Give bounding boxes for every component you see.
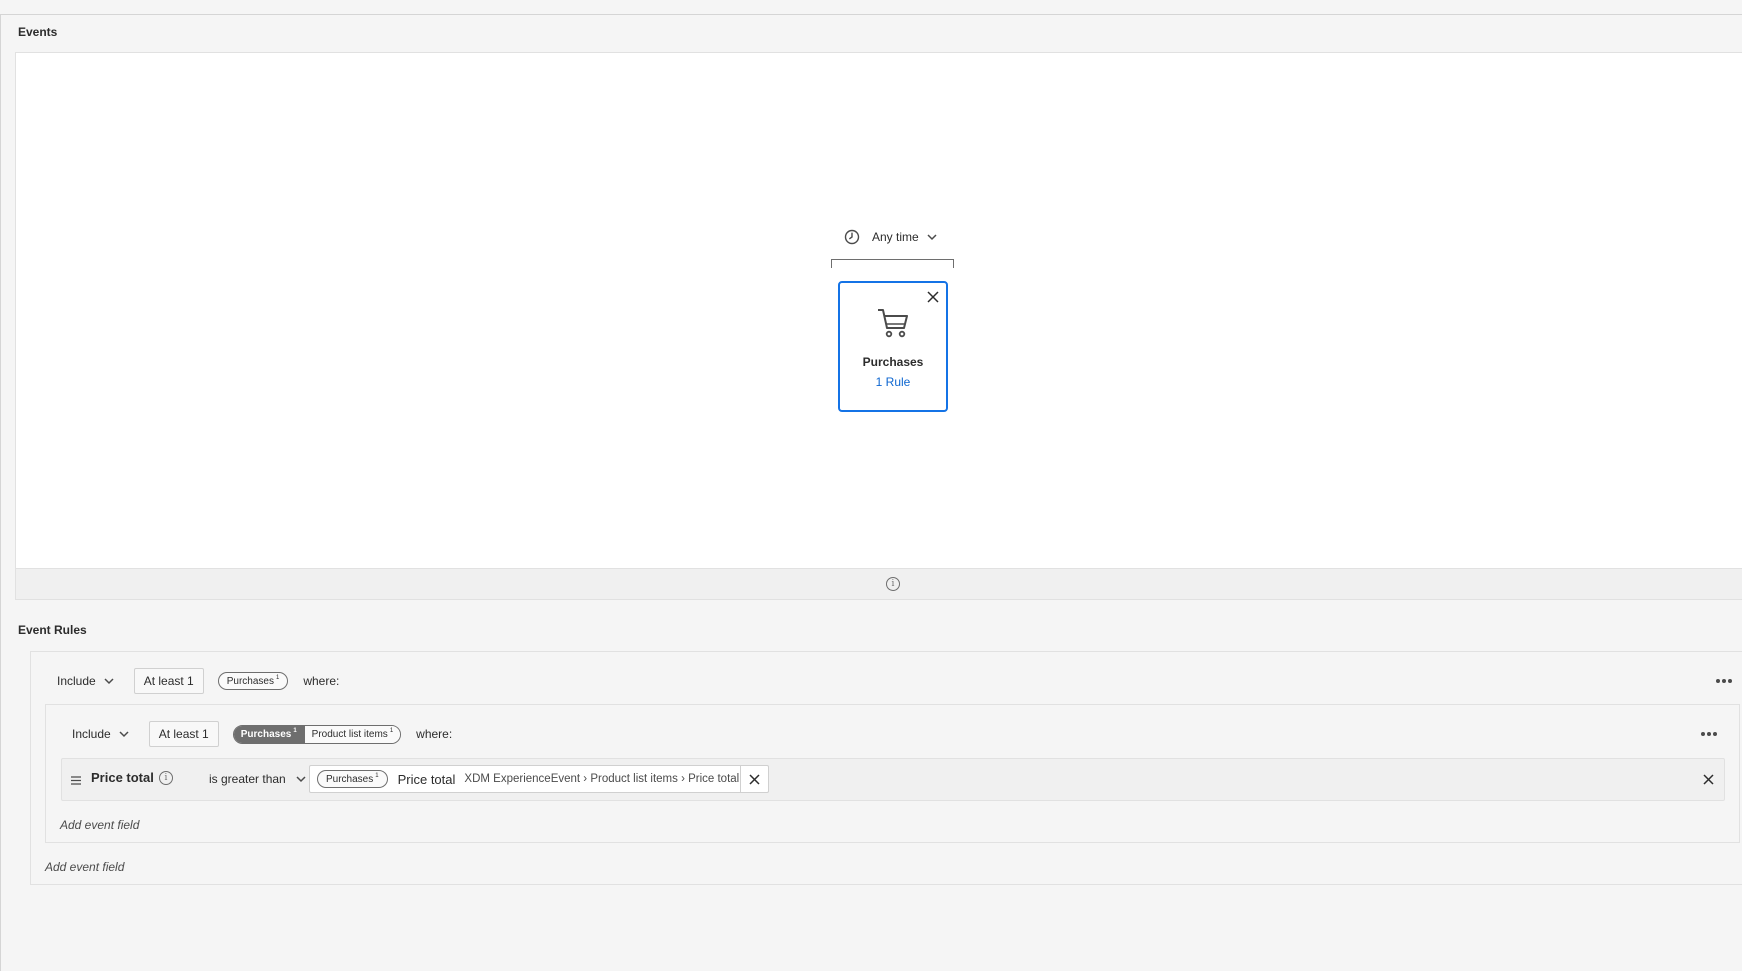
inner-event-path-pills[interactable]: Purchases 1 Product list items 1 bbox=[232, 724, 402, 744]
event-rules-section-title: Event Rules bbox=[18, 623, 87, 637]
event-card-name: Purchases bbox=[862, 355, 924, 369]
outer-event-pill-label: Purchases bbox=[226, 675, 274, 687]
outer-include-dropdown[interactable]: Include bbox=[57, 674, 114, 688]
add-event-field-outer[interactable]: Add event field bbox=[45, 860, 124, 874]
inner-pill-purchases: Purchases 1 bbox=[233, 725, 304, 743]
events-canvas-footer: i bbox=[15, 569, 1742, 600]
outer-include-label: Include bbox=[57, 674, 96, 688]
outer-event-pill[interactable]: Purchases 1 bbox=[217, 672, 289, 690]
inner-rule-more-icon[interactable] bbox=[1701, 732, 1717, 736]
chevron-down-icon bbox=[927, 234, 937, 241]
field-info-icon[interactable]: i bbox=[159, 771, 173, 785]
operator-label: is greater than bbox=[209, 772, 286, 786]
remove-field-icon[interactable] bbox=[1703, 774, 1714, 785]
field-name: Price total bbox=[91, 770, 154, 785]
top-toolbar-edge bbox=[0, 0, 1742, 15]
outer-rule-header: Include At least 1 Purchases 1 where: bbox=[57, 668, 339, 694]
sequence-bracket bbox=[831, 259, 954, 268]
drag-handle-icon[interactable] bbox=[71, 776, 81, 785]
inner-include-label: Include bbox=[72, 727, 111, 741]
event-card-purchases[interactable]: Purchases 1 Rule bbox=[838, 281, 948, 412]
chevron-down-icon bbox=[104, 678, 114, 685]
time-constraint-picker[interactable]: Any time bbox=[844, 227, 937, 247]
outer-event-pill-count: 1 bbox=[275, 675, 280, 681]
chevron-down-icon bbox=[296, 776, 306, 783]
inner-count-selector[interactable]: At least 1 bbox=[148, 721, 219, 747]
time-picker-label: Any time bbox=[872, 230, 919, 244]
event-card-rules-link[interactable]: 1 Rule bbox=[840, 375, 946, 389]
clear-value-button[interactable] bbox=[740, 766, 768, 792]
left-panel-edge bbox=[0, 15, 1, 971]
events-section-title: Events bbox=[18, 25, 58, 39]
close-icon[interactable] bbox=[927, 291, 939, 303]
inner-where-label: where: bbox=[416, 727, 453, 741]
inner-include-dropdown[interactable]: Include bbox=[72, 727, 129, 741]
clock-icon bbox=[844, 229, 860, 245]
add-event-field-inner[interactable]: Add event field bbox=[60, 818, 139, 832]
inner-rule-header: Include At least 1 Purchases 1 Product li… bbox=[72, 721, 452, 747]
outer-rule-more-icon[interactable] bbox=[1716, 679, 1732, 683]
value-field-path: XDM ExperienceEvent › Product list items… bbox=[464, 773, 740, 785]
inner-pill-product-list-items: Product list items 1 bbox=[303, 725, 401, 743]
value-input[interactable]: Purchases 1 Price total XDM ExperienceEve… bbox=[309, 765, 769, 793]
outer-where-label: where: bbox=[303, 674, 340, 688]
info-icon[interactable]: i bbox=[886, 577, 900, 591]
value-field-label: Price total bbox=[397, 771, 456, 787]
outer-count-selector[interactable]: At least 1 bbox=[133, 668, 204, 694]
shopping-cart-icon bbox=[878, 309, 908, 338]
close-icon bbox=[749, 773, 760, 785]
operator-dropdown[interactable]: is greater than bbox=[209, 772, 306, 786]
chevron-down-icon bbox=[119, 731, 129, 738]
value-event-pill: Purchases 1 bbox=[317, 770, 388, 788]
